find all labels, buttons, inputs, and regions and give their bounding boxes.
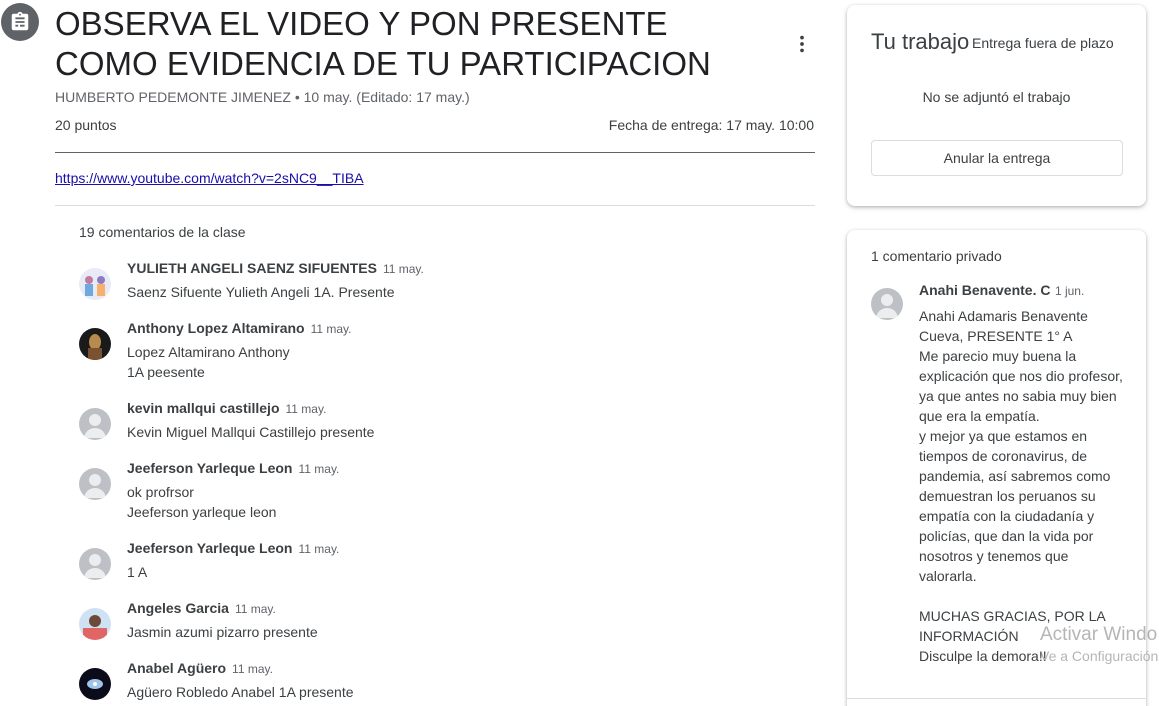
comment-date: 11 may. <box>285 402 327 416</box>
assignment-meta: HUMBERTO PEDEMONTE JIMENEZ • 10 may. (Ed… <box>55 89 470 105</box>
comment-date: 11 may. <box>298 542 340 556</box>
class-comments-heading[interactable]: 19 comentarios de la clase <box>79 224 246 240</box>
clipboard-icon <box>11 11 29 31</box>
comment-text: 1 A <box>127 564 148 580</box>
avatar <box>79 268 111 300</box>
comment-author: Jeeferson Yarleque Leon <box>127 540 293 556</box>
default-avatar-icon <box>871 288 903 320</box>
your-work-title: Tu trabajo <box>871 29 970 54</box>
comment-date: 1 jun. <box>1054 284 1085 298</box>
more-vert-icon <box>800 35 804 53</box>
avatar <box>79 608 111 640</box>
comment-text: ok profrsor Jeeferson yarleque leon <box>127 484 277 520</box>
avatar <box>79 328 111 360</box>
comment-author: Anahi Benavente. C <box>919 282 1051 298</box>
comment-author: Anthony Lopez Altamirano <box>127 320 305 336</box>
private-comment-text: Anahi Adamaris Benavente Cueva, PRESENTE… <box>919 308 1123 664</box>
video-link[interactable]: https://www.youtube.com/watch?v=2sNC9__T… <box>55 170 364 186</box>
default-avatar-icon <box>79 468 111 500</box>
assignment-points: 20 puntos <box>55 117 117 133</box>
watermark-line: Activar Windo <box>1040 624 1158 645</box>
comment-text: Agüero Robledo Anabel 1A presente <box>127 684 354 700</box>
comment-date: 11 may. <box>382 262 424 276</box>
assignment-title: OBSERVA EL VIDEO Y PON PRESENTE COMO EVI… <box>55 5 711 82</box>
comment-date: 11 may. <box>310 322 352 336</box>
comment-text: Saenz Sifuente Yulieth Angeli 1A. Presen… <box>127 284 395 300</box>
divider <box>847 698 1146 699</box>
comment-author: Angeles Garcia <box>127 600 229 616</box>
assignment-icon <box>1 3 39 41</box>
comment-author: YULIETH ANGELI SAENZ SIFUENTES <box>127 260 377 276</box>
activation-watermark: Activar Windo Ve a Configuración <box>1040 624 1158 664</box>
comment-text: Jasmin azumi pizarro presente <box>127 624 318 640</box>
default-avatar-icon <box>79 548 111 580</box>
no-attachment-text: No se adjuntó el trabajo <box>922 89 1071 105</box>
default-avatar-icon <box>79 408 111 440</box>
more-options-button[interactable] <box>790 30 814 58</box>
unsubmit-button[interactable]: Anular la entrega <box>871 140 1123 176</box>
comment-author: Anabel Agüero <box>127 660 227 676</box>
avatar <box>79 668 111 700</box>
submission-status: Entrega fuera de plazo <box>972 35 1114 51</box>
divider <box>55 205 815 206</box>
comment-author: Jeeferson Yarleque Leon <box>127 460 293 476</box>
comment-text: Lopez Altamirano Anthony 1A peesente <box>127 344 290 380</box>
watermark-line: Ve a Configuración <box>1040 648 1159 664</box>
comment-date: 11 may. <box>232 662 273 676</box>
private-comments-heading[interactable]: 1 comentario privado <box>871 248 1002 264</box>
your-work-card: Tu trabajo Entrega fuera de plazo No se … <box>847 5 1146 206</box>
divider <box>55 152 815 153</box>
comment-text: Kevin Miguel Mallqui Castillejo presente <box>127 424 375 440</box>
comment-date: 11 may. <box>234 602 276 616</box>
comment-date: 11 may. <box>298 462 340 476</box>
comment-author: kevin mallqui castillejo <box>127 400 280 416</box>
due-date: Fecha de entrega: 17 may. 10:00 <box>608 117 814 133</box>
